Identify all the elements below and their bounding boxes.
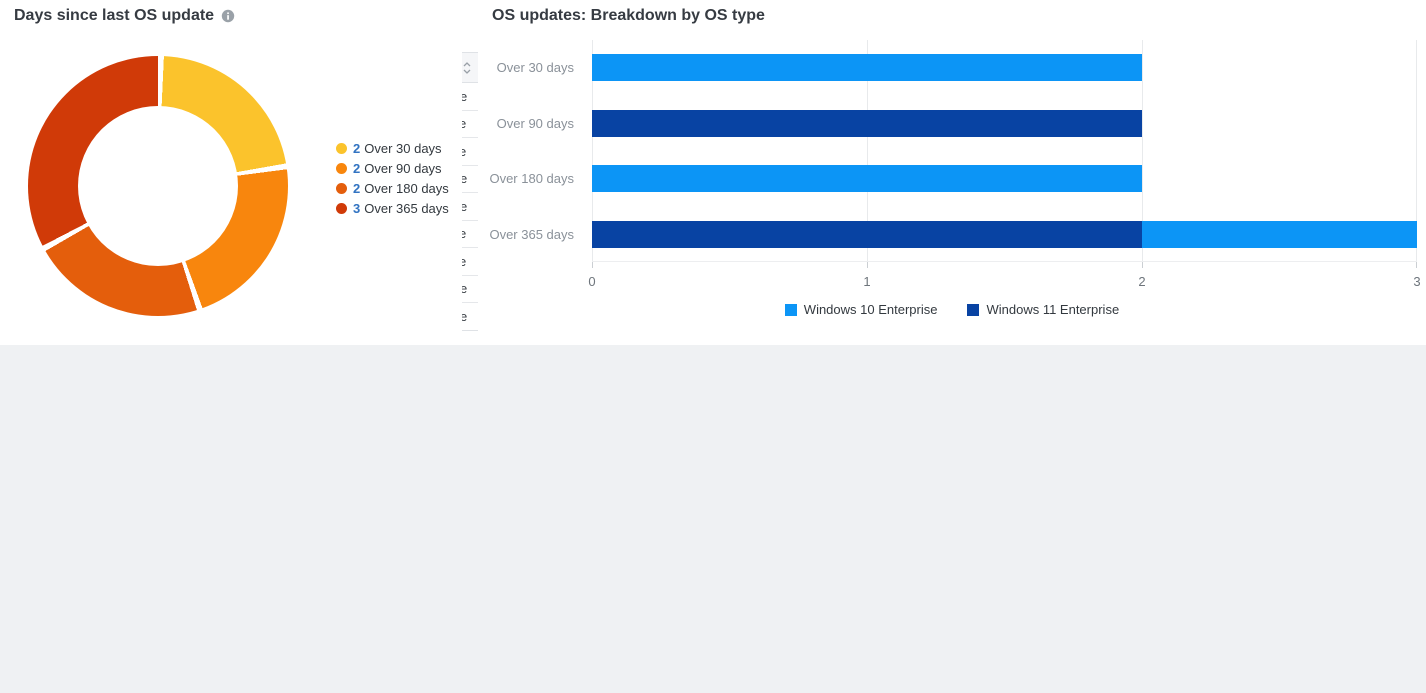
bar — [592, 165, 1417, 192]
donut-chart[interactable] — [28, 56, 288, 316]
bar-segment[interactable] — [592, 221, 1142, 248]
bar-plot-area — [592, 40, 1417, 262]
axis-tick — [867, 262, 868, 268]
bar-card-title: OS updates: Breakdown by OS type — [492, 7, 765, 25]
axis-tick-label: 3 — [1413, 274, 1420, 289]
legend-series-name: Windows 11 Enterprise — [986, 302, 1119, 317]
legend-count: 3 — [353, 201, 360, 216]
donut-legend-item[interactable]: 2 Over 90 days — [336, 158, 449, 178]
axis-tick — [1142, 262, 1143, 268]
category-label: Over 180 days — [478, 151, 574, 207]
axis-tick — [1416, 262, 1417, 268]
bar-segment[interactable] — [592, 110, 1142, 137]
bar-x-axis: 0123 — [592, 262, 1417, 292]
donut-title-text: Days since last OS update — [14, 7, 214, 25]
donut-legend: 2 Over 30 days 2 Over 90 days 2 Over 180 days… — [336, 138, 449, 218]
legend-label: Over 365 days — [364, 201, 449, 216]
category-label: Over 30 days — [478, 40, 574, 96]
legend-dot — [336, 163, 347, 174]
legend-swatch — [785, 304, 797, 316]
legend-dot — [336, 143, 347, 154]
dashboard: Days since last OS update 2Over 30 days2… — [0, 0, 1426, 693]
bar-category-labels: Over 30 daysOver 90 daysOver 180 daysOve… — [478, 40, 574, 262]
info-icon[interactable] — [221, 9, 235, 23]
sort-carets-icon — [463, 61, 471, 75]
legend-count: 2 — [353, 141, 360, 156]
legend-label: Over 180 days — [364, 181, 449, 196]
legend-count: 2 — [353, 181, 360, 196]
bar-row — [592, 40, 1417, 96]
bar-segment[interactable] — [592, 165, 1142, 192]
donut-legend-item[interactable]: 2 Over 30 days — [336, 138, 449, 158]
axis-tick-label: 1 — [863, 274, 870, 289]
donut-legend-item[interactable]: 3 Over 365 days — [336, 198, 449, 218]
bar-legend: Windows 10 Enterprise Windows 11 Enterpri… — [478, 302, 1426, 317]
legend-dot — [336, 183, 347, 194]
bar-row — [592, 151, 1417, 207]
category-label: Over 90 days — [478, 96, 574, 152]
bar-title-text: OS updates: Breakdown by OS type — [492, 7, 765, 25]
donut-legend-item[interactable]: 2 Over 180 days — [336, 178, 449, 198]
axis-tick-label: 0 — [588, 274, 595, 289]
axis-tick — [592, 262, 593, 268]
category-label: Over 365 days — [478, 207, 574, 263]
legend-dot — [336, 203, 347, 214]
bar-segment[interactable] — [1142, 221, 1417, 248]
bar-segment[interactable] — [592, 54, 1142, 81]
bar-card: OS updates: Breakdown by OS type Over 30… — [478, 0, 1426, 336]
legend-label: Over 30 days — [364, 141, 441, 156]
bar-legend-item: Windows 10 Enterprise — [785, 302, 938, 317]
bar — [592, 54, 1417, 81]
donut-card: Days since last OS update 2Over 30 days2… — [0, 0, 462, 336]
bar — [592, 221, 1417, 248]
legend-label: Over 90 days — [364, 161, 441, 176]
axis-tick-label: 2 — [1138, 274, 1145, 289]
bar-row — [592, 96, 1417, 152]
legend-count: 2 — [353, 161, 360, 176]
bar-row — [592, 207, 1417, 263]
bar — [592, 110, 1417, 137]
legend-series-name: Windows 10 Enterprise — [804, 302, 938, 317]
bar-legend-item: Windows 11 Enterprise — [967, 302, 1119, 317]
legend-swatch — [967, 304, 979, 316]
donut-card-title: Days since last OS update — [14, 7, 235, 25]
